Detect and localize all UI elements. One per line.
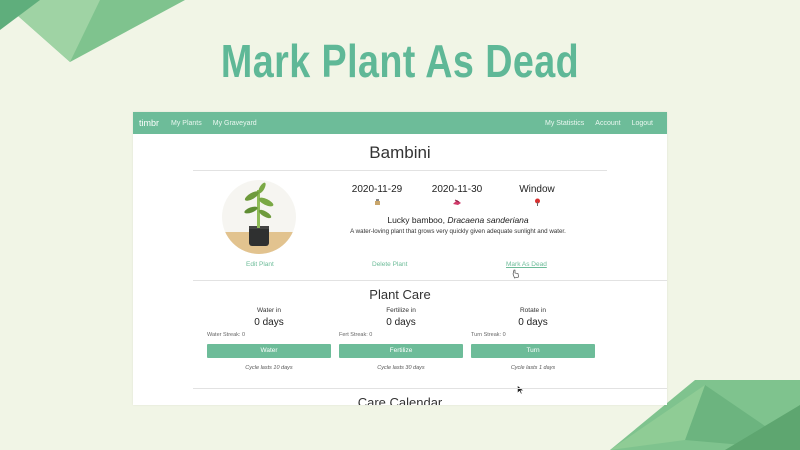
delete-plant-link[interactable]: Delete Plant xyxy=(372,261,407,268)
water-button[interactable]: Water xyxy=(207,344,331,358)
hand-cursor-icon xyxy=(512,269,519,279)
nav-my-plants[interactable]: My Plants xyxy=(171,120,202,127)
rotate-cycle: Cycle lasts 1 days xyxy=(510,365,556,371)
plant-location: Window xyxy=(519,184,555,195)
rotate-streak: Turn Streak: 0 xyxy=(471,332,506,338)
common-name: Lucky bamboo, xyxy=(387,215,448,225)
location-pin-icon xyxy=(497,198,577,209)
rotate-days: 0 days xyxy=(518,317,548,328)
last-fertilized-date: 2020-11-30 xyxy=(431,184,483,195)
navbar: timbr My Plants My Graveyard My Statisti… xyxy=(133,112,667,134)
arrow-cursor-icon xyxy=(517,385,524,395)
fertilize-button[interactable]: Fertilize xyxy=(339,344,463,358)
watering-can-icon xyxy=(337,198,417,208)
water-days: 0 days xyxy=(254,317,284,328)
scientific-name: Dracaena sanderiana xyxy=(447,215,529,225)
last-watered-stat: 2020-11-29 xyxy=(337,184,417,208)
page-headline: Mark Plant As Dead xyxy=(220,35,580,87)
fertilize-days: 0 days xyxy=(386,317,416,328)
water-streak: Water Streak: 0 xyxy=(207,332,246,338)
rotate-label: Rotate in xyxy=(519,307,547,314)
nav-account[interactable]: Account xyxy=(595,120,620,127)
divider xyxy=(193,170,607,171)
nav-my-graveyard[interactable]: My Graveyard xyxy=(213,120,257,127)
last-watered-date: 2020-11-29 xyxy=(351,184,403,195)
fertilize-streak: Fert Streak: 0 xyxy=(339,332,373,338)
fertilize-cycle: Cycle lasts 30 days xyxy=(377,365,425,371)
last-fertilized-stat: 2020-11-30 xyxy=(417,184,497,208)
divider xyxy=(193,388,667,389)
turn-button[interactable]: Turn xyxy=(471,344,595,358)
water-cycle: Cycle lasts 10 days xyxy=(245,365,293,371)
fertilize-label: Fertilize in xyxy=(386,307,416,314)
location-stat: Window xyxy=(497,184,577,209)
water-care-column: Water in 0 days Water Streak: 0 Water Cy… xyxy=(207,307,331,371)
plant-description: A water-loving plant that grows very qui… xyxy=(350,228,566,235)
plant-care-title: Plant Care xyxy=(369,287,431,302)
plant-photo xyxy=(222,180,296,254)
edit-plant-link[interactable]: Edit Plant xyxy=(246,261,274,268)
plant-title: Bambini xyxy=(369,143,431,162)
brand-logo[interactable]: timbr xyxy=(139,118,159,128)
rotate-care-column: Rotate in 0 days Turn Streak: 0 Turn Cyc… xyxy=(471,307,595,371)
mark-as-dead-link[interactable]: Mark As Dead xyxy=(506,261,547,268)
fertilizer-icon xyxy=(417,198,497,208)
app-window: timbr My Plants My Graveyard My Statisti… xyxy=(133,112,667,405)
nav-logout[interactable]: Logout xyxy=(632,120,653,127)
nav-my-statistics[interactable]: My Statistics xyxy=(545,120,584,127)
species-line: Lucky bamboo, Dracaena sanderiana xyxy=(313,215,603,225)
care-calendar-title: Care Calendar xyxy=(357,395,443,405)
divider xyxy=(193,280,667,281)
water-label: Water in xyxy=(257,307,281,314)
fertilize-care-column: Fertilize in 0 days Fert Streak: 0 Ferti… xyxy=(339,307,463,371)
